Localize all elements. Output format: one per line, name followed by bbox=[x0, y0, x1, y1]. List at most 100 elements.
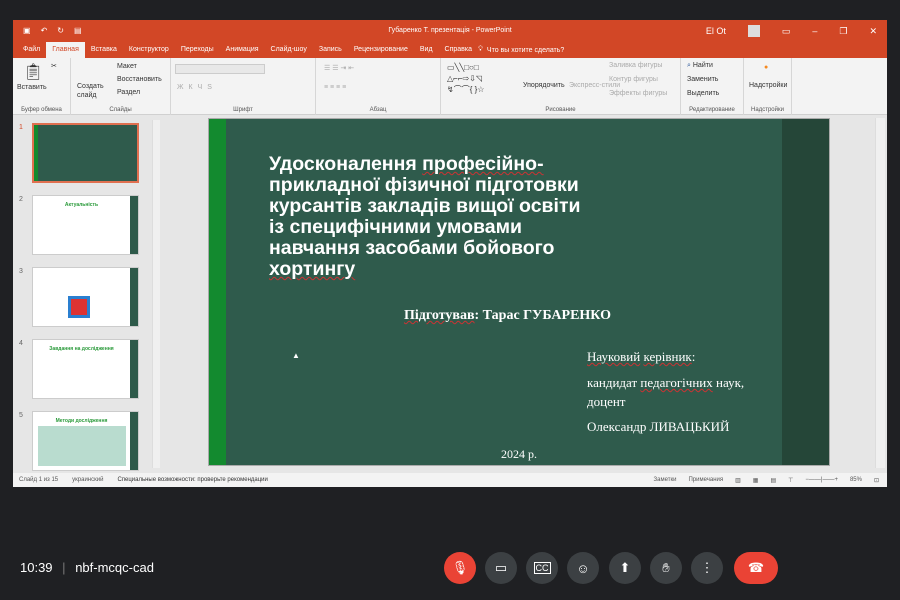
paste-button[interactable]: Вставить bbox=[17, 84, 47, 91]
slide-sorter-icon[interactable]: ▦ bbox=[753, 477, 759, 484]
group-paragraph: ☰ ☰ ⇥ ⇤ ≡ ≡ ≡ ≡ Абзац bbox=[316, 58, 441, 115]
quick-styles-button[interactable]: Экспресс-стили bbox=[569, 82, 620, 89]
new-slide-button[interactable]: Создать слайд bbox=[77, 82, 107, 100]
raise-hand-button[interactable]: ✋︎ bbox=[650, 552, 682, 584]
thumb-number: 4 bbox=[19, 340, 23, 347]
camera-button[interactable]: ▭ bbox=[485, 552, 517, 584]
text: Науковий bbox=[587, 349, 641, 364]
text: : bbox=[691, 349, 696, 364]
present-button[interactable]: ⬆ bbox=[609, 552, 641, 584]
hang-up-icon: ☎ bbox=[747, 560, 765, 575]
text: керівник bbox=[643, 349, 692, 364]
reactions-button[interactable]: ☺ bbox=[567, 552, 599, 584]
tab-slideshow[interactable]: Слайд-шоу bbox=[265, 42, 313, 58]
thumbnail-slide-4[interactable]: Завдання на дослідження bbox=[32, 339, 139, 399]
prepared-by: Підготував: Тарас ГУБАРЕНКО bbox=[404, 308, 611, 324]
tab-home[interactable]: Главная bbox=[46, 42, 85, 58]
group-addins: ● Надстройки Надстройки bbox=[744, 58, 792, 115]
align-icons[interactable]: ≡ ≡ ≡ ≡ bbox=[324, 84, 346, 91]
captions-button[interactable]: CC bbox=[526, 552, 558, 584]
tab-record[interactable]: Запись bbox=[313, 42, 348, 58]
thumbnail-slide-3[interactable] bbox=[32, 267, 139, 327]
more-options-button[interactable]: ⋮ bbox=[691, 552, 723, 584]
arrange-button[interactable]: Упорядочить bbox=[523, 82, 565, 89]
title-bar: ▣ ↶ ↻ ▤ Губаренко Т. презентація - PowerPoi… bbox=[13, 20, 887, 42]
slide-canvas[interactable]: Удосконалення професійно- прикладної фіз… bbox=[208, 118, 830, 466]
comments-button[interactable]: Примечания bbox=[688, 477, 723, 483]
replace-button[interactable]: Заменить bbox=[687, 76, 718, 83]
mic-off-button[interactable]: 🎙︎ bbox=[444, 552, 476, 584]
ribbon-tabs: Файл Главная Вставка Конструктор Переход… bbox=[13, 42, 887, 58]
close-icon[interactable]: ✕ bbox=[869, 26, 877, 37]
mouse-cursor-icon: ▲ bbox=[292, 351, 300, 360]
thumb-title: Завдання на дослідження bbox=[49, 346, 114, 352]
layout-button[interactable]: Макет bbox=[117, 63, 137, 70]
title-line: курсантів закладів вищої освіти bbox=[269, 195, 581, 217]
present-screen-icon: ⬆ bbox=[619, 560, 631, 575]
zoom-slider[interactable]: −——|——+ bbox=[805, 477, 838, 483]
restore-icon[interactable]: ❐ bbox=[839, 26, 847, 37]
camera-icon: ▭ bbox=[494, 560, 508, 575]
reset-button[interactable]: Восстановить bbox=[117, 76, 162, 83]
thumb-title: Методи дослідження bbox=[55, 418, 108, 424]
thumb-title: Актуальність bbox=[64, 202, 99, 208]
addins-button[interactable]: Надстройки bbox=[749, 82, 787, 89]
title-line: професійно- bbox=[422, 153, 544, 175]
cut-icon[interactable]: ✂ bbox=[51, 62, 57, 70]
slideshow-icon[interactable]: ⊤ bbox=[788, 477, 793, 484]
shapes-gallery[interactable]: ▭╲╲□○□ △⌐⌐⇨⇩◹ ↯⌒⌒{ }☆ bbox=[447, 62, 484, 95]
reading-view-icon[interactable]: ▤ bbox=[770, 477, 776, 484]
fit-slide-icon[interactable]: ⊡ bbox=[874, 477, 879, 484]
thumbnails-scrollbar[interactable] bbox=[152, 120, 160, 468]
leave-call-button[interactable]: ☎ bbox=[734, 552, 778, 584]
advisor-position: доцент bbox=[587, 394, 626, 409]
tab-design[interactable]: Конструктор bbox=[123, 42, 175, 58]
title-line: прикладної фізичної підготовки bbox=[269, 174, 579, 196]
slide-scrollbar[interactable] bbox=[875, 118, 885, 468]
font-name-select[interactable] bbox=[175, 64, 265, 74]
thumbnail-slide-1[interactable] bbox=[32, 123, 139, 183]
tab-insert[interactable]: Вставка bbox=[85, 42, 123, 58]
group-clipboard: 📋︎ Вставить ✂ Буфер обмена bbox=[13, 58, 71, 115]
addins-icon: ● bbox=[764, 64, 769, 71]
notes-button[interactable]: Заметки bbox=[654, 477, 677, 483]
section-button[interactable]: Раздел bbox=[117, 89, 140, 96]
shape-fill-button[interactable]: Заливка фигуры bbox=[609, 62, 662, 69]
tab-animations[interactable]: Анимация bbox=[220, 42, 265, 58]
group-label: Редактирование bbox=[689, 107, 735, 113]
meeting-info: 10:39 | nbf-mcqc-cad bbox=[20, 560, 154, 575]
slide-thumbnails-pane: 1 2 Актуальність 3 4 Завдання на дослідж… bbox=[13, 116, 160, 471]
tab-view[interactable]: Вид bbox=[414, 42, 439, 58]
find-label: Найти bbox=[692, 62, 713, 69]
tell-me-search[interactable]: Что вы хотите сделать? bbox=[487, 47, 564, 54]
tab-file[interactable]: Файл bbox=[17, 42, 46, 58]
meet-toolbar: 10:39 | nbf-mcqc-cad 🎙︎ ▭ CC ☺ ⬆ ✋︎ ⋮ ☎ bbox=[0, 545, 900, 590]
zoom-level[interactable]: 85% bbox=[850, 477, 862, 483]
tab-review[interactable]: Рецензирование bbox=[348, 42, 414, 58]
tab-help[interactable]: Справка bbox=[439, 42, 478, 58]
shape-outline-button[interactable]: Контур фигуры bbox=[609, 76, 658, 83]
tab-transitions[interactable]: Переходы bbox=[175, 42, 220, 58]
font-format-icons[interactable]: ЖКЧS bbox=[177, 84, 217, 91]
thumb-number: 2 bbox=[19, 196, 23, 203]
slide-year: 2024 р. bbox=[501, 447, 537, 461]
title-line: із специфічними умовами bbox=[269, 216, 523, 238]
find-button[interactable]: ⌕ Найти bbox=[687, 62, 713, 70]
shape-effects-button[interactable]: Эффекты фигуры bbox=[609, 90, 667, 97]
text: наук, bbox=[712, 375, 745, 390]
list-icons[interactable]: ☰ ☰ ⇥ ⇤ bbox=[324, 64, 354, 72]
group-slides: Создать слайд Макет Восстановить Раздел … bbox=[71, 58, 171, 115]
thumb-number: 1 bbox=[19, 124, 23, 131]
select-button[interactable]: Выделить bbox=[687, 90, 719, 97]
normal-view-icon[interactable]: ▥ bbox=[735, 477, 741, 484]
thumbnail-slide-5[interactable]: Методи дослідження bbox=[32, 411, 139, 471]
thumbnail-slide-2[interactable]: Актуальність bbox=[32, 195, 139, 255]
ribbon-display-icon[interactable]: ▭ bbox=[782, 26, 791, 37]
minimize-icon[interactable]: – bbox=[812, 26, 817, 36]
avatar[interactable] bbox=[747, 25, 760, 37]
accessibility-status[interactable]: Специальные возможности: проверьте реком… bbox=[117, 477, 267, 483]
language-indicator[interactable]: украинский bbox=[72, 477, 103, 483]
search-icon: ⌕ bbox=[687, 62, 691, 69]
hand-icon: ✋︎ bbox=[662, 560, 670, 575]
slide-title: Удосконалення професійно- прикладної фіз… bbox=[269, 154, 649, 280]
